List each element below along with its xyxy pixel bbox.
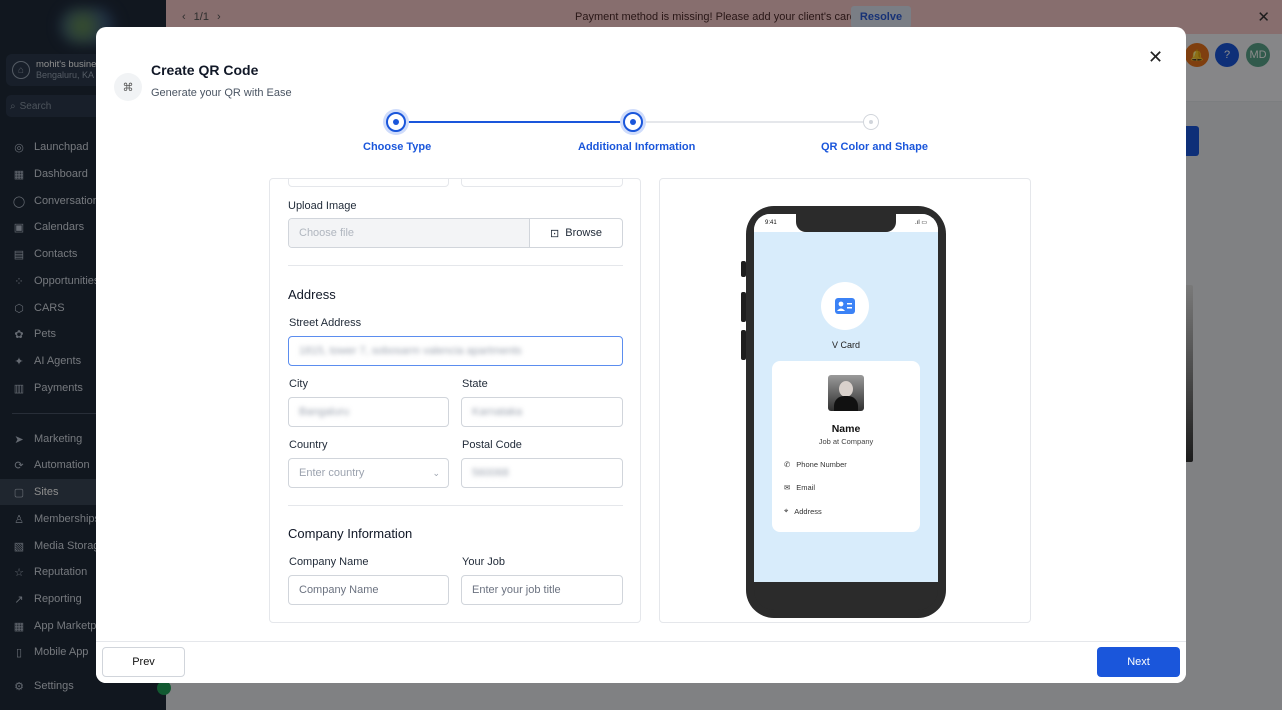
city-value: Bangaluru (299, 406, 350, 418)
job-label: Your Job (462, 556, 506, 568)
contact-name: Name (831, 423, 861, 435)
divider (288, 505, 623, 506)
email-row: ✉ Email (784, 483, 815, 492)
country-placeholder: Enter country (299, 467, 365, 479)
street-value: 1815, tower 7, sobosarm valencia apartme… (299, 345, 522, 357)
address-row: ⌖ Address (784, 506, 822, 516)
job-placeholder: Enter your job title (472, 584, 561, 596)
modal-footer (96, 641, 1186, 683)
preview-panel: 9:41 .ıl ▭ V Card Name Job at Company ✆ P… (659, 178, 1031, 623)
step-1-indicator (386, 112, 406, 132)
upload-image-field[interactable]: Choose file ⊡ Browse (288, 218, 623, 248)
step-1-label[interactable]: Choose Type (363, 141, 431, 153)
modal-title: Create QR Code (151, 62, 259, 78)
country-label: Country (289, 439, 328, 451)
phone-side-button (741, 330, 746, 360)
next-button[interactable]: Next (1097, 647, 1180, 677)
upload-label: Upload Image (288, 200, 357, 212)
phone-icon: ✆ (784, 460, 791, 469)
qr-icon: ⌘ (114, 73, 142, 101)
divider (288, 265, 623, 266)
phone-chin (754, 582, 938, 610)
file-input[interactable]: Choose file (289, 219, 529, 247)
city-input[interactable]: Bangaluru (288, 397, 449, 427)
street-label: Street Address (289, 317, 362, 329)
phone-text: Phone Number (796, 460, 847, 469)
address-text: Address (794, 506, 822, 516)
vcard-icon (821, 282, 869, 330)
company-name-input[interactable]: Company Name (288, 575, 449, 605)
step-3-indicator (863, 114, 879, 130)
postal-value: 560068 (472, 467, 509, 479)
postal-code-input[interactable]: 560068 (461, 458, 623, 488)
create-qr-modal: ⌘ Create QR Code Generate your QR with E… (96, 27, 1186, 683)
location-pin-icon: ⌖ (784, 506, 789, 515)
chevron-down-icon: ⌄ (432, 467, 440, 478)
browse-label: Browse (565, 227, 602, 239)
phone-mockup: 9:41 .ıl ▭ V Card Name Job at Company ✆ P… (741, 206, 946, 618)
mail-icon: ✉ (784, 483, 791, 492)
address-heading: Address (288, 287, 336, 302)
company-placeholder: Company Name (299, 584, 379, 596)
company-label: Company Name (289, 556, 369, 568)
step-2-label[interactable]: Additional Information (578, 141, 695, 153)
close-icon[interactable]: ✕ (1148, 47, 1163, 68)
step-connector (643, 121, 863, 123)
street-address-input[interactable]: 1815, tower 7, sobosarm valencia apartme… (288, 336, 623, 366)
step-3-label[interactable]: QR Color and Shape (821, 141, 928, 153)
phone-row: ✆ Phone Number (784, 460, 847, 469)
company-heading: Company Information (288, 526, 413, 541)
state-label: State (462, 378, 488, 390)
status-time: 9:41 (765, 220, 777, 226)
phone-side-button (741, 261, 746, 277)
postal-label: Postal Code (462, 439, 522, 451)
step-2-indicator (623, 112, 643, 132)
phone-screen: 9:41 .ıl ▭ V Card Name Job at Company ✆ P… (754, 214, 938, 582)
email-text: Email (796, 483, 816, 492)
phone-side-button (741, 292, 746, 322)
signal-icon: .ıl ▭ (914, 220, 927, 226)
previous-field[interactable] (461, 179, 623, 187)
city-label: City (289, 378, 308, 390)
state-value: Karnataka (472, 406, 523, 418)
form-panel: Upload Image Choose file ⊡ Browse Addres… (269, 178, 641, 623)
prev-button[interactable]: Prev (102, 647, 185, 677)
profile-photo (828, 375, 864, 411)
image-upload-icon: ⊡ (550, 227, 560, 240)
phone-notch (796, 214, 896, 232)
vcard-label: V Card (831, 340, 860, 350)
contact-job: Job at Company (818, 437, 874, 446)
state-input[interactable]: Karnataka (461, 397, 623, 427)
step-connector (406, 121, 633, 123)
vcard-card: Name Job at Company ✆ Phone Number ✉ Email… (772, 361, 920, 532)
job-title-input[interactable]: Enter your job title (461, 575, 623, 605)
country-select[interactable]: Enter country ⌄ (288, 458, 449, 488)
modal-subtitle: Generate your QR with Ease (151, 87, 292, 99)
previous-field[interactable] (288, 179, 449, 187)
browse-button[interactable]: ⊡ Browse (529, 219, 622, 247)
